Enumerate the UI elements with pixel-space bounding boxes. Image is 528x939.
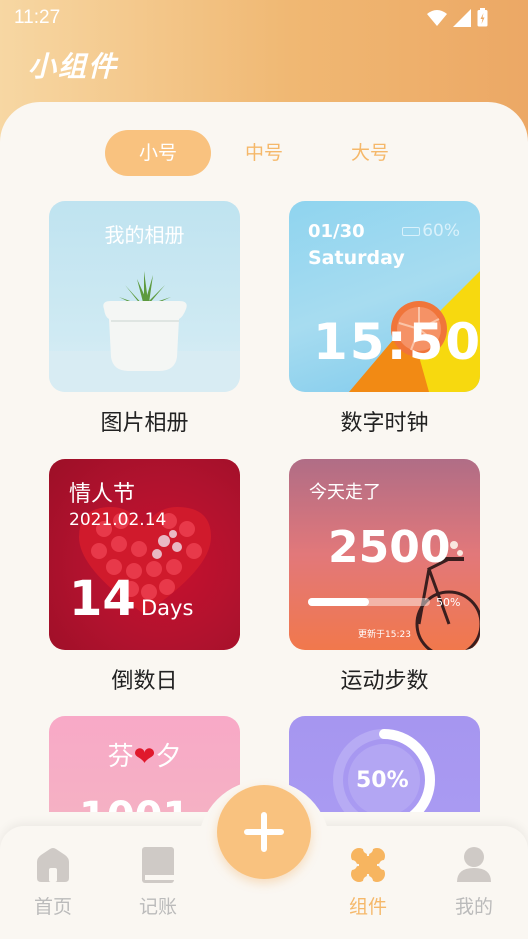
tab-widgets-label: 组件 [348,896,387,918]
anniversary-title-left: 芬 [107,742,134,772]
tab-accounting-label: 记账 [138,896,177,918]
steps-title: 今天走了 [309,482,381,503]
profile-icon [457,847,491,882]
countdown-label: 倒数日 [111,669,178,694]
tab-home[interactable]: 首页 [23,846,83,919]
anniversary-number: 1001 [79,794,190,812]
clock-weekday: Saturday [308,247,405,269]
signal-icon [453,8,471,27]
clock-battery: 60% [402,221,460,241]
countdown-widget[interactable]: 情人节 2021.02.14 14 Days [49,459,240,650]
clock-label: 数字时钟 [340,411,429,436]
tab-accounting[interactable]: 记账 [128,846,188,919]
countdown-unit: Days [141,596,194,620]
wifi-icon [427,9,447,26]
anniversary-widget[interactable]: 芬❤夕 1001 [49,716,240,812]
plus-icon [244,812,284,852]
steps-widget[interactable]: 今天走了 2500 50% 更新于15:23 [289,459,480,650]
steps-percent: 50% [436,596,461,609]
size-tabs: 小号 中号 大号 [105,130,423,176]
progress-ring [333,729,435,812]
tab-widgets[interactable]: 组件 [338,846,398,919]
tab-large[interactable]: 大号 [317,130,423,176]
book-icon [142,847,174,883]
tab-small[interactable]: 小号 [105,130,211,176]
tab-profile[interactable]: 我的 [444,846,504,919]
heart-icon: ❤ [133,742,156,772]
anniversary-title-right: 夕 [155,742,182,772]
tab-profile-label: 我的 [454,896,493,918]
status-bar: 11:27 [0,0,528,36]
steps-count: 2500 [328,522,451,573]
countdown-event: 情人节 [69,482,136,507]
status-time: 11:27 [14,7,61,28]
anniversary-title: 芬❤夕 [49,736,240,773]
widget-icon [349,846,387,884]
countdown-days: 14 [69,571,136,627]
clock-time: 15:50 [313,313,480,371]
status-icons [427,8,488,27]
clock-widget[interactable]: 01/30 60% Saturday 15:50 [289,201,480,392]
countdown-date: 2021.02.14 [69,510,167,530]
page-title: 小组件 [28,50,119,83]
steps-progress-fill [308,598,369,606]
steps-updated: 更新于15:23 [358,630,411,640]
steps-label: 运动步数 [340,669,429,694]
battery-small-icon [402,226,421,236]
album-label: 图片相册 [100,411,189,436]
tab-home-label: 首页 [33,896,72,918]
album-widget[interactable]: 我的相册 [49,201,240,392]
steps-progress-bar [308,598,430,606]
progress-percent: 50% [356,768,409,793]
progress-widget[interactable]: 50% [289,716,480,812]
home-icon [37,848,69,882]
clock-battery-level: 60% [422,221,460,241]
battery-icon [477,8,488,27]
add-button[interactable] [217,785,311,879]
succulent-pot-image [49,271,240,392]
clock-date: 01/30 [308,221,365,242]
tab-medium[interactable]: 中号 [211,130,317,176]
